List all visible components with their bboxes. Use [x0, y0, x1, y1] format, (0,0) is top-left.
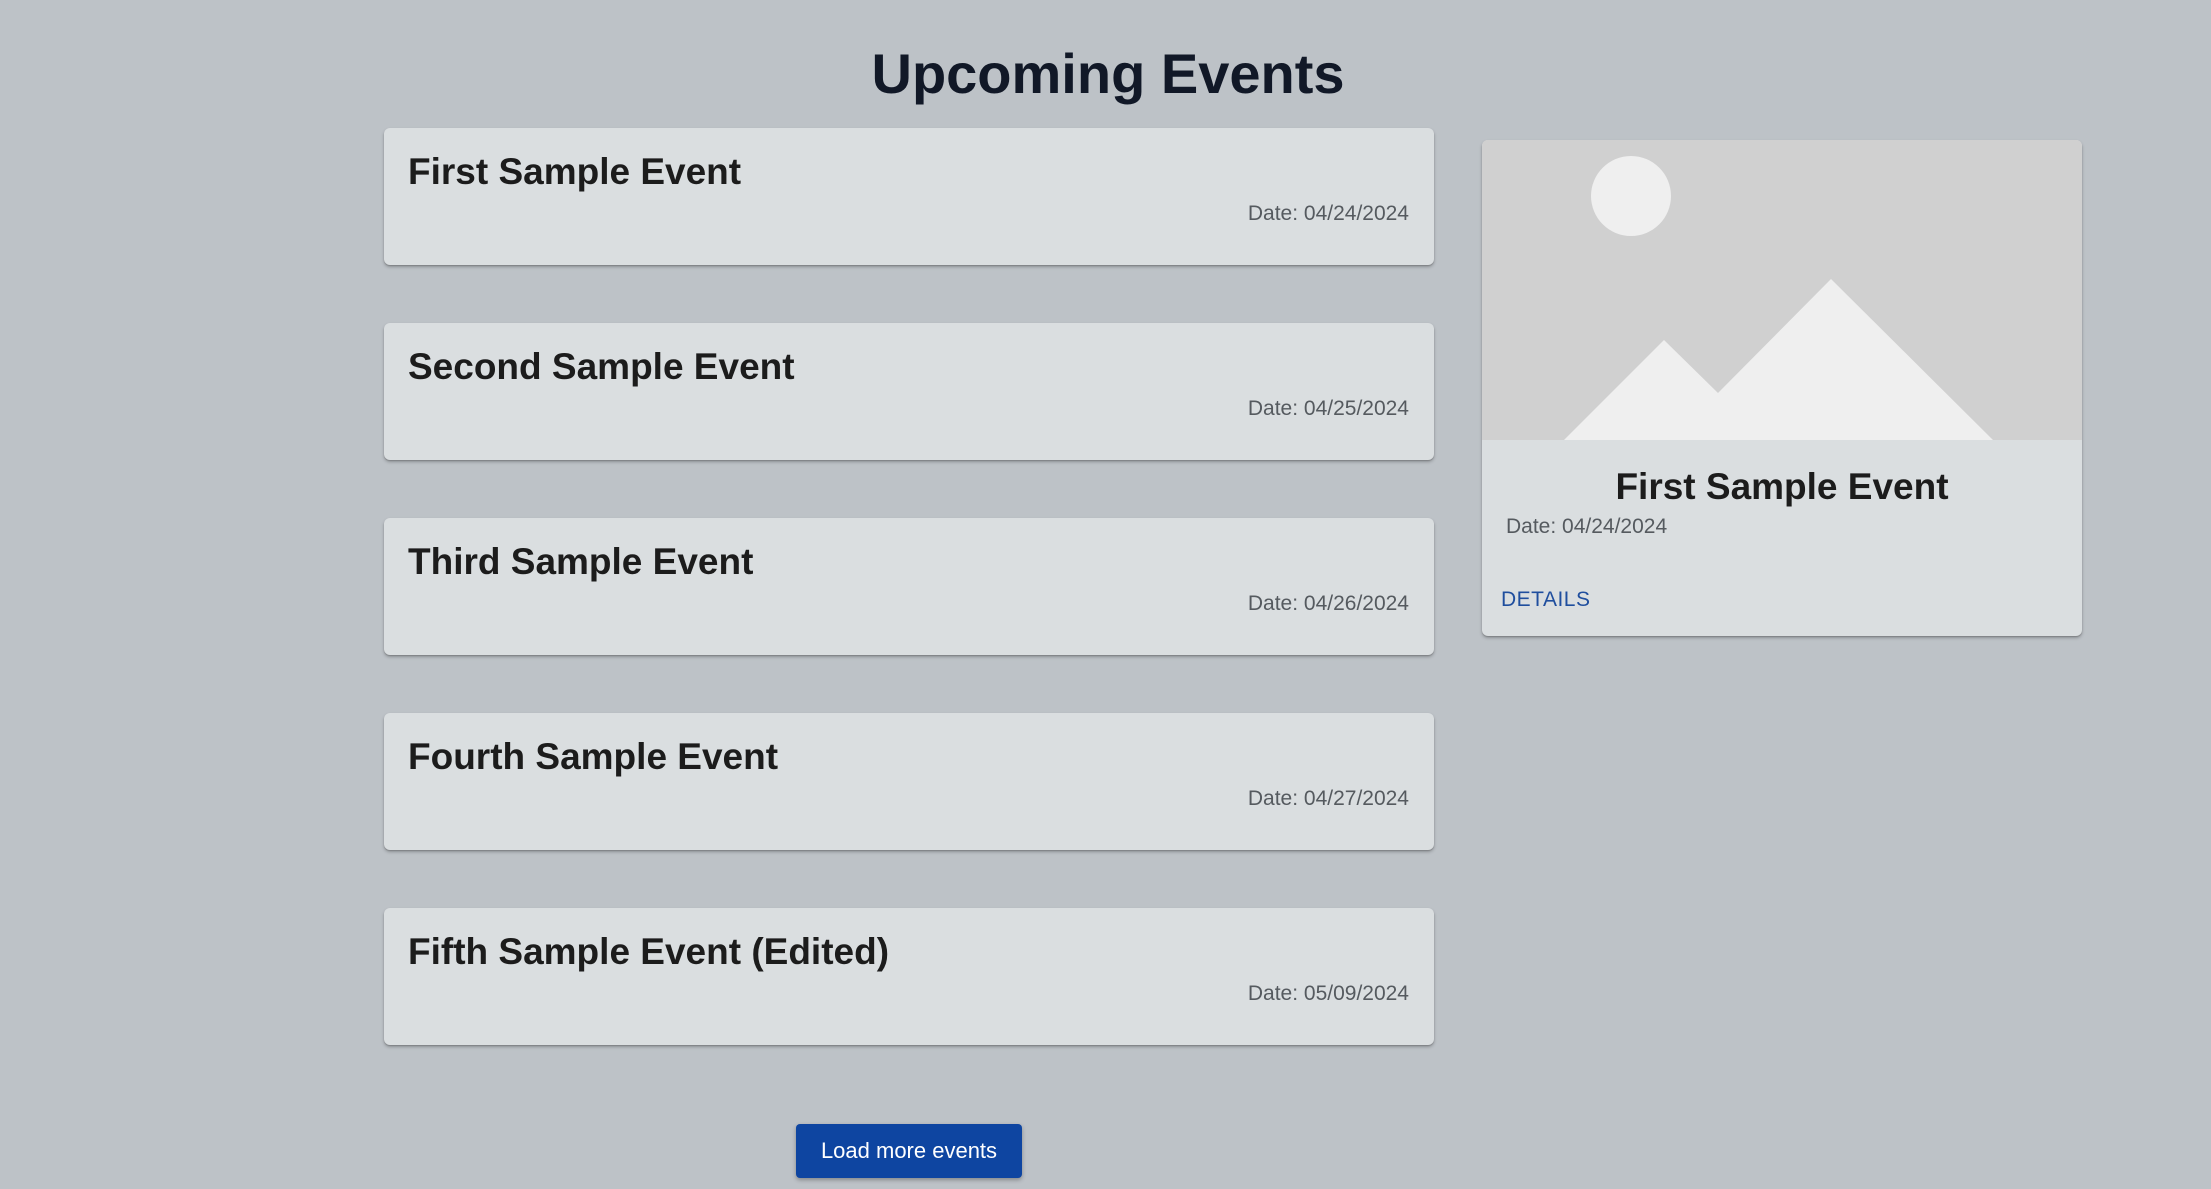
event-title: Fourth Sample Event	[408, 736, 779, 777]
page-title: Upcoming Events	[871, 42, 1345, 105]
detail-event-title: First Sample Event	[1615, 466, 1949, 507]
event-card[interactable]: Third Sample Event Date: 04/26/2024	[384, 518, 1434, 655]
event-card[interactable]: Fifth Sample Event (Edited) Date: 05/09/…	[384, 908, 1434, 1045]
event-date: Date: 05/09/2024	[1247, 982, 1409, 1005]
event-card[interactable]: Fourth Sample Event Date: 04/27/2024	[384, 713, 1434, 850]
event-date: Date: 04/27/2024	[1247, 787, 1409, 810]
event-title: Second Sample Event	[408, 346, 795, 387]
event-title: First Sample Event	[408, 151, 742, 192]
event-detail-card: First Sample Event Date: 04/24/2024 DETA…	[1482, 140, 2082, 636]
detail-event-date: Date: 04/24/2024	[1506, 515, 1668, 538]
load-more-events-button[interactable]: Load more events	[796, 1124, 1022, 1178]
event-date: Date: 04/25/2024	[1247, 397, 1409, 420]
event-title: Third Sample Event	[408, 541, 754, 582]
event-card[interactable]: First Sample Event Date: 04/24/2024	[384, 128, 1434, 265]
event-title: Fifth Sample Event (Edited)	[408, 931, 890, 972]
event-card[interactable]: Second Sample Event Date: 04/25/2024	[384, 323, 1434, 460]
details-button[interactable]: DETAILS	[1501, 587, 1590, 613]
event-date: Date: 04/26/2024	[1247, 592, 1409, 615]
event-date: Date: 04/24/2024	[1247, 202, 1409, 225]
event-list: First Sample Event Date: 04/24/2024 Seco…	[384, 128, 1434, 1103]
image-placeholder-icon	[1482, 140, 2082, 440]
